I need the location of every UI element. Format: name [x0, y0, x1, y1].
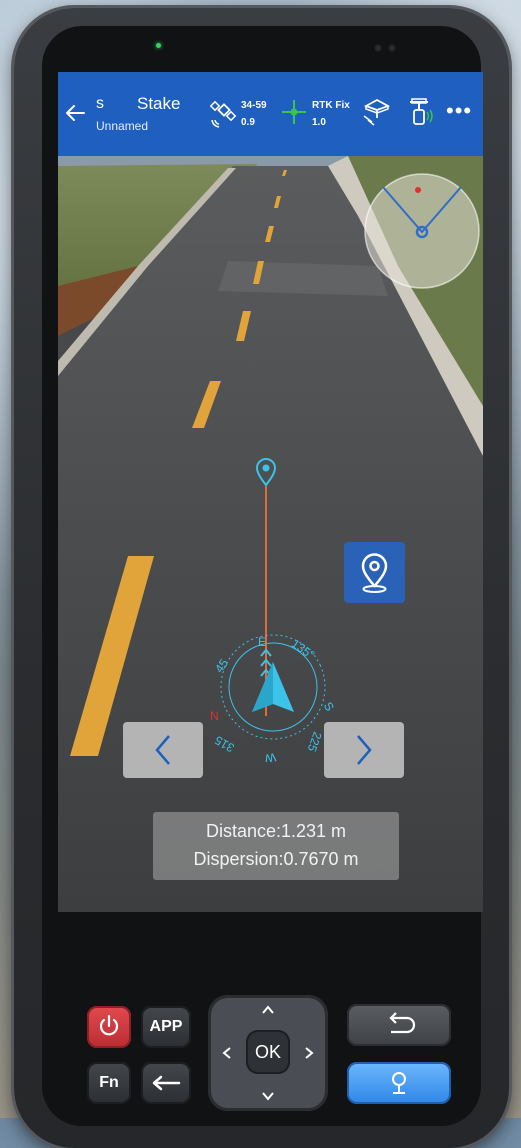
- front-camera-icon: [374, 44, 382, 52]
- dpad[interactable]: OK: [208, 995, 328, 1111]
- power-button[interactable]: [87, 1006, 131, 1048]
- app-button[interactable]: APP: [141, 1006, 191, 1048]
- more-options-icon[interactable]: •••: [446, 100, 472, 122]
- target-pin-icon: [255, 458, 277, 487]
- chevron-right-icon: [357, 735, 372, 765]
- location-pin-icon: [361, 553, 388, 593]
- compass-225-label: 225: [305, 730, 325, 754]
- compass-east-label: E: [258, 635, 266, 649]
- rover-receiver-icon[interactable]: [360, 96, 394, 128]
- status-led: [156, 43, 161, 48]
- compass-north-label: N: [210, 709, 219, 723]
- fn-button[interactable]: Fn: [87, 1062, 131, 1104]
- back-arrow-icon[interactable]: [64, 102, 86, 124]
- stake-info-panel: Distance:1.231 m Dispersion:0.7670 m: [153, 812, 399, 880]
- rtk-fix-icon[interactable]: [280, 98, 308, 126]
- location-pin-icon: [392, 1072, 406, 1094]
- fix-value: 1.0: [312, 117, 326, 128]
- dispersion-readout: Dispersion:0.7670 m: [193, 849, 359, 869]
- locate-button[interactable]: [347, 1062, 451, 1104]
- return-arrow-icon: [389, 1012, 416, 1034]
- app-screen: s Stake Unnamed 34-59 0.9 RTK Fix 1.0 ••…: [58, 72, 483, 912]
- ok-button[interactable]: OK: [246, 1030, 290, 1074]
- base-station-icon[interactable]: [406, 96, 436, 128]
- compass-135-label: 135°: [289, 636, 318, 662]
- compass-315-label: 315: [212, 733, 237, 755]
- next-point-button[interactable]: [324, 722, 404, 778]
- return-button[interactable]: [347, 1004, 451, 1046]
- compass-west-label: W: [263, 750, 277, 762]
- fix-status: RTK Fix: [312, 100, 350, 111]
- power-icon: [99, 1014, 119, 1036]
- orientation-minimap[interactable]: [363, 172, 481, 290]
- sensor-icon: [388, 44, 396, 52]
- compass-45-label: 45: [212, 656, 231, 675]
- backspace-button[interactable]: [141, 1062, 191, 1104]
- satellite-icon[interactable]: [209, 100, 239, 130]
- satellite-count: 34-59: [241, 100, 267, 111]
- previous-point-button[interactable]: [123, 722, 203, 778]
- compass-south-label: S: [321, 700, 337, 714]
- point-name: s: [96, 95, 104, 112]
- top-bar: s Stake Unnamed 34-59 0.9 RTK Fix 1.0 ••…: [58, 72, 483, 156]
- distance-readout: Distance:1.231 m: [205, 821, 347, 841]
- pdop-value: 0.9: [241, 117, 255, 128]
- stake-point-button[interactable]: [344, 542, 405, 603]
- backspace-arrow-icon: [152, 1075, 181, 1091]
- chevron-left-icon: [155, 735, 170, 765]
- project-name: Unnamed: [96, 119, 149, 133]
- page-title: Stake: [137, 94, 181, 113]
